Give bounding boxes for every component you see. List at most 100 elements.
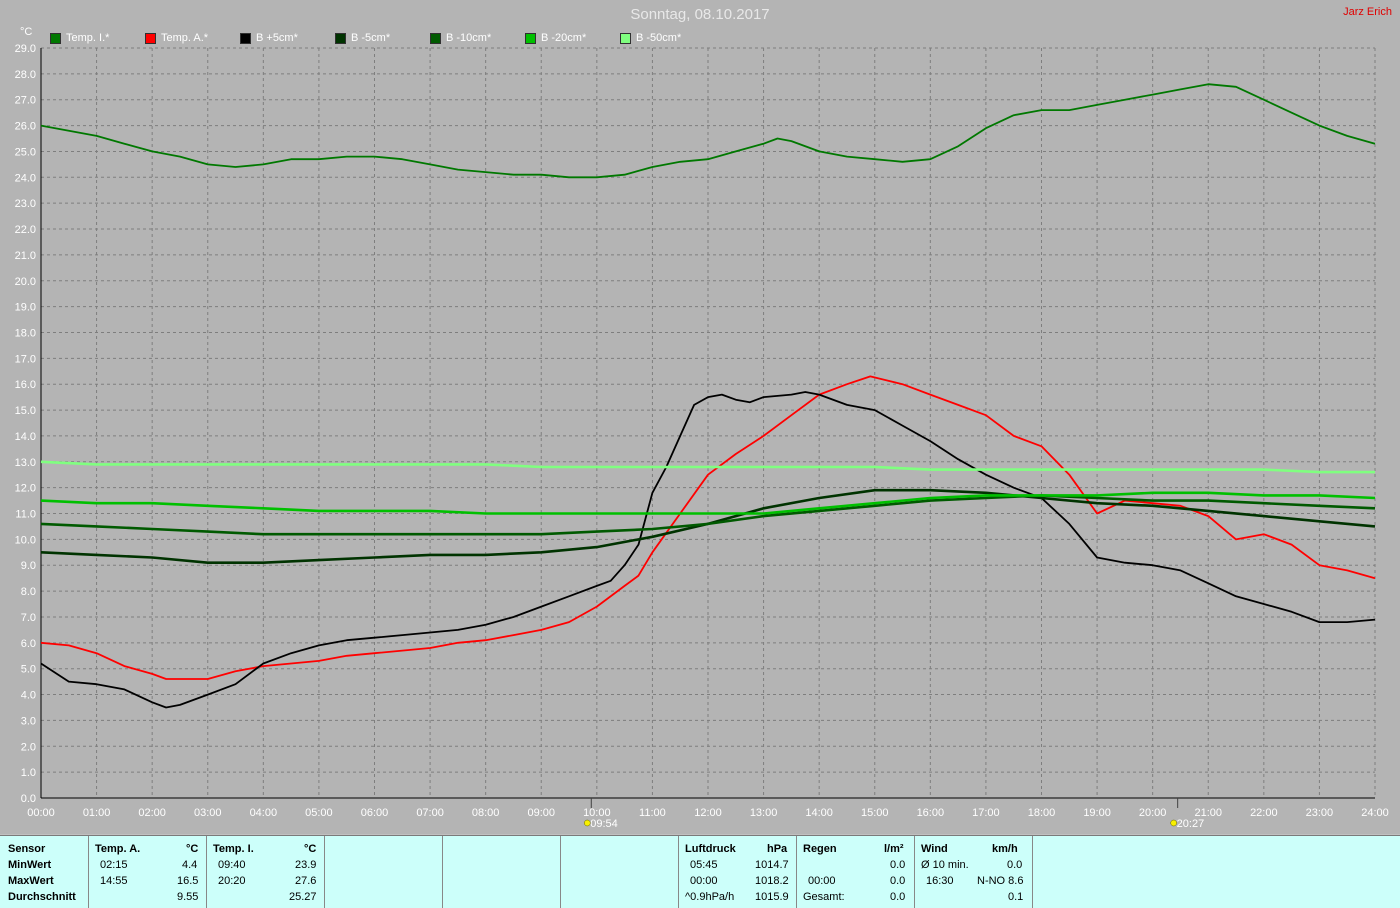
x-tick-label: 12:00 [694,807,722,819]
y-tick-label: 10.0 [15,534,36,546]
author-label: Jarz Erich [1343,6,1392,18]
y-tick-label: 5.0 [21,664,36,676]
legend-swatch [525,32,536,44]
legend-label: Temp. A.* [161,32,209,44]
y-tick-label: 14.0 [15,431,36,443]
temperature-chart: 0.0 1.0 2.0 3.0 4.0 5.0 6.0 7.0 8.0 9.0 10.0 11.0 12… [15,43,1389,830]
y-tick-label: 0.0 [21,793,36,805]
y-tick-label: 16.0 [15,379,36,391]
x-tick-label: 23:00 [1306,807,1334,819]
rain-total-label: Gesamt: [803,891,845,903]
rain-unit: l/m² [884,843,904,855]
pressure-min-value: 1014.7 [755,859,789,871]
pressure-max-time: 00:00 [690,875,718,887]
sunrise-label: 09:54 [590,818,618,830]
pressure-trend: ^0.9hPa/h [685,891,735,903]
temp-i-max-time: 20:20 [218,875,246,887]
x-tick-label: 11:00 [639,807,666,819]
legend-item: B -20cm* [525,31,620,45]
row-label-max: MaxWert [8,875,54,887]
y-tick-label: 25.0 [15,146,36,158]
row-label-avg: Durchschnitt [8,891,76,903]
wind-max-value: N-NO 8.6 [977,875,1024,887]
temp-a-header: Temp. A. [95,843,141,855]
legend-item: B -10cm* [430,31,525,45]
temp-a-max-value: 16.5 [177,875,199,887]
y-tick-label: 19.0 [15,302,36,314]
y-tick-label: 12.0 [15,483,36,495]
legend-label: B -50cm* [636,32,682,44]
x-tick-label: 24:00 [1361,807,1389,819]
temp-i-max-value: 27.6 [295,875,317,887]
pressure-max-value: 1018.2 [755,875,789,887]
y-tick-label: 11.0 [15,509,36,521]
x-tick-label: 14:00 [805,807,833,819]
y-tick-label: 13.0 [15,457,36,469]
wind-unit: km/h [992,843,1018,855]
row-label-min: MinWert [8,859,52,871]
legend-label: Temp. I.* [66,32,110,44]
temp-i-min-value: 23.9 [295,859,317,871]
y-tick-label: 6.0 [21,638,36,650]
wind-day-avg: 0.1 [1008,891,1024,903]
temp-a-min-time: 02:15 [100,859,128,871]
legend-label: B -10cm* [446,32,492,44]
y-tick-label: 18.0 [15,327,36,339]
legend: Temp. I.* Temp. A.* B +5cm* B -5cm* B -10cm*… [50,31,715,45]
y-tick-label: 15.0 [15,405,36,417]
pressure-min-time: 05:45 [690,859,718,871]
y-tick-label: 21.0 [15,250,36,262]
y-tick-label: 26.0 [15,121,36,133]
pressure-current: 1015.9 [755,891,789,903]
sunset-label: 20:27 [1177,818,1205,830]
x-tick-label: 00:00 [27,807,55,819]
y-tick-label: 4.0 [21,690,36,702]
legend-label: B -5cm* [351,32,391,44]
x-tick-label: 01:00 [83,807,111,819]
x-tick-label: 16:00 [917,807,945,819]
x-tick-label: 06:00 [361,807,389,819]
x-tick-label: 15:00 [861,807,889,819]
legend-swatch [430,32,441,44]
legend-swatch [240,32,251,44]
rain-first-value: 0.0 [890,859,906,871]
legend-swatch [50,32,61,44]
x-tick-label: 05:00 [305,807,333,819]
y-tick-label: 28.0 [15,69,36,81]
y-tick-label: 22.0 [15,224,36,236]
wind-max-time: 16:30 [926,875,954,887]
x-tick-label: 22:00 [1250,807,1278,819]
rain-time: 00:00 [808,875,836,887]
legend-swatch [145,32,156,44]
x-tick-label: 19:00 [1083,807,1111,819]
x-tick-label: 02:00 [138,807,166,819]
legend-swatch [335,32,346,44]
pressure-header: Luftdruck [685,843,736,855]
legend-item: B -5cm* [335,31,430,45]
x-tick-label: 04:00 [250,807,278,819]
wind-header: Wind [921,843,948,855]
legend-label: B -20cm* [541,32,587,44]
x-tick-label: 08:00 [472,807,500,819]
y-tick-label: 1.0 [21,767,36,779]
stats-table: Sensor MinWert MaxWert Durchschnitt Temp… [0,835,1400,908]
rain-value: 0.0 [890,875,906,887]
y-tick-label: 7.0 [21,612,36,624]
legend-label: B +5cm* [256,32,298,44]
y-tick-label: 29.0 [15,43,36,55]
x-tick-label: 18:00 [1028,807,1056,819]
y-tick-label: 23.0 [15,198,36,210]
legend-item: B -50cm* [620,31,715,45]
x-tick-label: 07:00 [416,807,444,819]
temp-a-max-time: 14:55 [100,875,128,887]
temp-a-unit: °C [186,843,199,855]
y-tick-label: 2.0 [21,741,36,753]
wind-avg-label: Ø 10 min. [921,859,969,871]
pressure-unit: hPa [767,843,788,855]
y-axis-unit: °C [20,26,33,38]
temp-a-avg: 9.55 [177,891,199,903]
wind-avg: 0.0 [1007,859,1023,871]
chart-area: 0.0 1.0 2.0 3.0 4.0 5.0 6.0 7.0 8.0 9.0 10.0 11.0 12… [0,0,1400,834]
y-tick-label: 3.0 [21,715,36,727]
temp-i-avg: 25.27 [289,891,317,903]
